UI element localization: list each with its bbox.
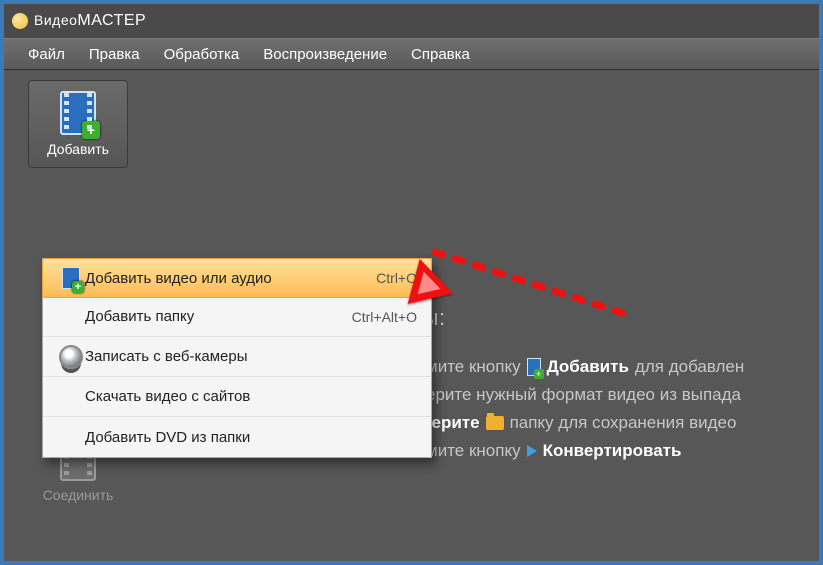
webcam-icon bbox=[59, 345, 83, 369]
menu-add-folder-label: Добавить папку bbox=[85, 308, 194, 325]
titlebar: ВидеоМАСТЕР bbox=[4, 4, 819, 38]
app-title: ВидеоМАСТЕР bbox=[34, 12, 146, 30]
menubar: Файл Правка Обработка Воспроизведение Сп… bbox=[4, 38, 819, 70]
menu-add-folder-shortcut: Ctrl+Alt+O bbox=[352, 309, 417, 325]
mini-film-icon: + bbox=[527, 358, 541, 376]
menu-add-media[interactable]: + Добавить видео или аудио Ctrl+O bbox=[42, 258, 432, 298]
title-main: МАСТЕР bbox=[77, 12, 146, 29]
mini-arrow-icon bbox=[527, 445, 537, 457]
title-prefix: Видео bbox=[34, 12, 77, 28]
join-button-label: Соединить bbox=[43, 487, 114, 503]
menu-help[interactable]: Справка bbox=[399, 42, 482, 67]
menu-playback[interactable]: Воспроизведение bbox=[251, 42, 399, 67]
menu-add-folder[interactable]: Добавить папку Ctrl+Alt+O bbox=[43, 297, 431, 337]
menu-add-media-shortcut: Ctrl+O bbox=[376, 270, 417, 286]
menu-add-dvd[interactable]: Добавить DVD из папки bbox=[43, 417, 431, 457]
menu-process[interactable]: Обработка bbox=[152, 42, 252, 67]
add-button-label: Добавить bbox=[47, 141, 109, 157]
menu-edit[interactable]: Правка bbox=[77, 42, 152, 67]
app-window: ВидеоМАСТЕР Файл Правка Обработка Воспро… bbox=[0, 0, 823, 565]
menu-webcam-label: Записать с веб-камеры bbox=[85, 348, 248, 365]
mini-folder-icon bbox=[486, 416, 504, 430]
film-add-icon: + bbox=[60, 91, 96, 135]
add-button[interactable]: + Добавить bbox=[28, 80, 128, 168]
menu-file[interactable]: Файл bbox=[16, 42, 77, 67]
menu-add-dvd-label: Добавить DVD из папки bbox=[85, 429, 250, 446]
menu-record-webcam[interactable]: Записать с веб-камеры bbox=[43, 337, 431, 377]
plus-badge-icon: + bbox=[82, 121, 100, 139]
menu-download-label: Скачать видео с сайтов bbox=[85, 388, 250, 405]
menu-add-media-label: Добавить видео или аудио bbox=[85, 270, 272, 287]
add-dropdown: + Добавить видео или аудио Ctrl+O Добави… bbox=[42, 258, 432, 458]
film-add-small-icon: + bbox=[62, 267, 80, 289]
content-area: + Добавить Соединить аботы: 1. Нажмите к… bbox=[4, 70, 819, 561]
app-icon bbox=[12, 13, 28, 29]
menu-download-sites[interactable]: Скачать видео с сайтов bbox=[43, 377, 431, 417]
